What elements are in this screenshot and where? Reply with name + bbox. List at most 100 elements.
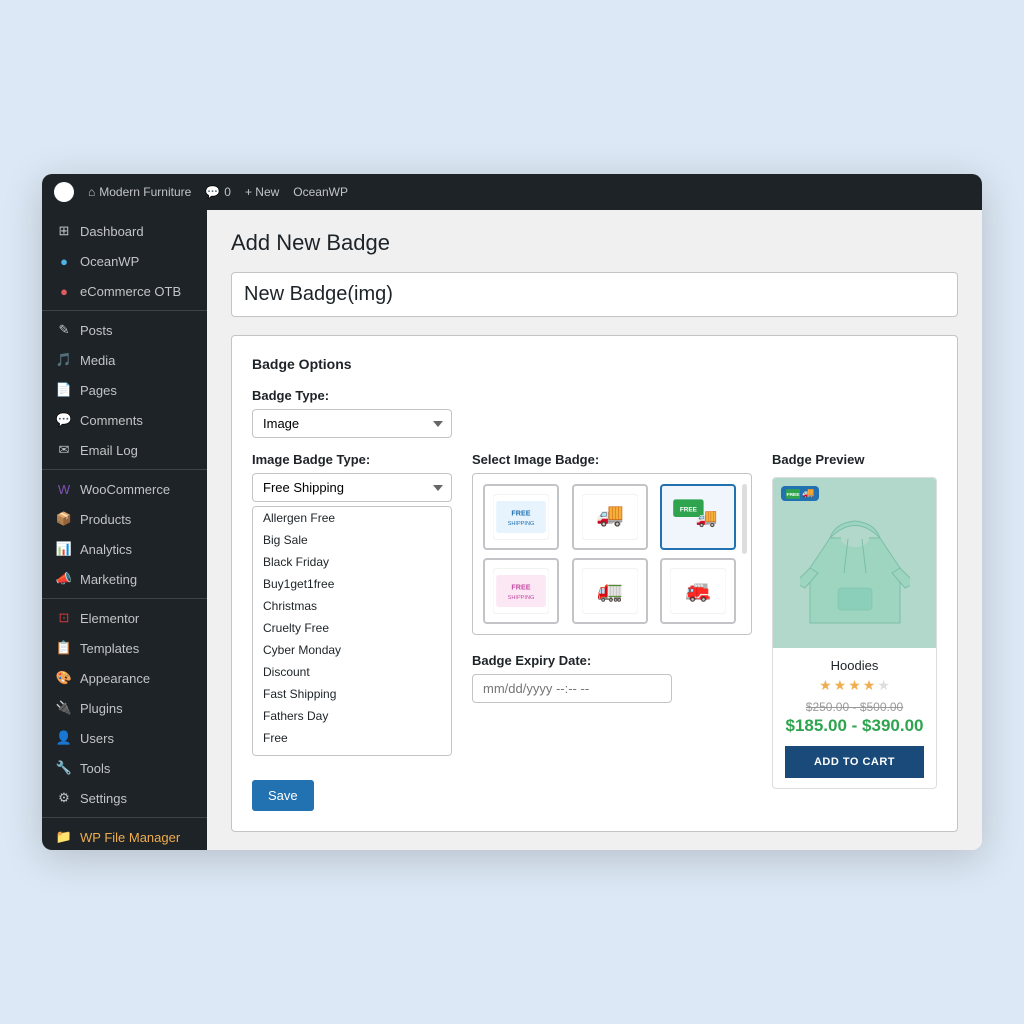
dropdown-item-fast-shipping[interactable]: Fast Shipping [253, 683, 451, 705]
dropdown-item-free-shipping[interactable]: Free Shipping [253, 749, 451, 756]
sidebar-item-plugins[interactable]: 🔌 Plugins [42, 693, 207, 723]
product-image-wrap: FREE 🚚 [773, 478, 936, 648]
main-content: Add New Badge Badge Options Badge Type: … [207, 210, 982, 850]
badge-type-select[interactable]: Image [252, 409, 452, 438]
star-5: ★ [877, 677, 890, 694]
svg-text:SHIPPING: SHIPPING [508, 521, 535, 527]
svg-text:🚛: 🚛 [597, 579, 623, 602]
star-2: ★ [834, 677, 847, 694]
badge-name-input[interactable] [231, 272, 958, 317]
media-icon: 🎵 [56, 352, 72, 368]
wp-icon [54, 182, 74, 202]
top-bar: ⌂ Modern Furniture 💬 0 + New OceanWP [42, 174, 982, 210]
dropdown-item-big-sale[interactable]: Big Sale [253, 529, 451, 551]
svg-text:🚒: 🚒 [685, 579, 711, 602]
product-name: Hoodies [785, 658, 924, 673]
dashboard-icon: ⊞ [56, 223, 72, 239]
home-link[interactable]: ⌂ Modern Furniture [88, 185, 191, 199]
sidebar-item-elementor[interactable]: ⊡ Elementor [42, 603, 207, 633]
elementor-icon: ⊡ [56, 610, 72, 626]
badge-type-label: Badge Type: [252, 388, 937, 403]
sidebar-item-marketing[interactable]: 📣 Marketing [42, 564, 207, 594]
dropdown-list: Allergen Free Big Sale Black Friday Buy1… [252, 506, 452, 756]
sidebar-item-templates[interactable]: 📋 Templates [42, 633, 207, 663]
sidebar-separator-3 [42, 598, 207, 599]
sidebar-item-oceanwp[interactable]: ● OceanWP [42, 246, 207, 276]
product-price-sale: $185.00 - $390.00 [785, 716, 924, 736]
badge-cell-5[interactable]: 🚛 [572, 558, 648, 624]
dropdown-item-fathers-day[interactable]: Fathers Day [253, 705, 451, 727]
pages-icon: 📄 [56, 382, 72, 398]
comments-icon: 💬 [205, 185, 220, 199]
sidebar: ⊞ Dashboard ● OceanWP ● eCommerce OTB ✎ … [42, 210, 207, 850]
dropdown-item-cyber-monday[interactable]: Cyber Monday [253, 639, 451, 661]
sidebar-item-settings[interactable]: ⚙ Settings [42, 783, 207, 813]
sidebar-item-pages[interactable]: 📄 Pages [42, 375, 207, 405]
badge-preview-panel: Badge Preview FREE 🚚 [772, 452, 937, 789]
dropdown-item-discount[interactable]: Discount [253, 661, 451, 683]
products-icon: 📦 [56, 511, 72, 527]
email-icon: ✉ [56, 442, 72, 458]
page-title: Add New Badge [231, 230, 958, 256]
sidebar-item-email-log[interactable]: ✉ Email Log [42, 435, 207, 465]
svg-text:FREE: FREE [786, 492, 800, 498]
svg-text:FREE: FREE [511, 582, 530, 591]
appearance-icon: 🎨 [56, 670, 72, 686]
home-icon: ⌂ [88, 185, 95, 199]
save-button[interactable]: Save [252, 780, 314, 811]
sidebar-item-analytics[interactable]: 📊 Analytics [42, 534, 207, 564]
sidebar-item-users[interactable]: 👤 Users [42, 723, 207, 753]
badge-cell-2[interactable]: 🚚 [572, 484, 648, 550]
dropdown-item-cruelty-free[interactable]: Cruelty Free [253, 617, 451, 639]
expiry-input[interactable] [472, 674, 672, 703]
dropdown-item-christmas[interactable]: Christmas [253, 595, 451, 617]
comments-link[interactable]: 💬 0 [205, 185, 231, 199]
sidebar-item-ecommerce[interactable]: ● eCommerce OTB [42, 276, 207, 306]
users-icon: 👤 [56, 730, 72, 746]
image-badge-type-select[interactable]: Free Shipping [252, 473, 452, 502]
image-badge-type-label: Image Badge Type: [252, 452, 452, 467]
dropdown-item-free[interactable]: Free [253, 727, 451, 749]
sidebar-item-woocommerce[interactable]: W WooCommerce [42, 474, 207, 504]
templates-icon: 📋 [56, 640, 72, 656]
marketing-icon: 📣 [56, 571, 72, 587]
badge-cell-4[interactable]: FREE SHIPPING [483, 558, 559, 624]
product-stars: ★ ★ ★ ★ ★ [785, 677, 924, 694]
product-card: FREE 🚚 [772, 477, 937, 789]
sidebar-item-products[interactable]: 📦 Products [42, 504, 207, 534]
star-4: ★ [863, 677, 876, 694]
sidebar-item-posts[interactable]: ✎ Posts [42, 315, 207, 345]
badge-cell-3[interactable]: FREE 🚚 [660, 484, 736, 550]
oceanwp-icon: ● [56, 253, 72, 269]
sidebar-separator-2 [42, 469, 207, 470]
sidebar-item-tools[interactable]: 🔧 Tools [42, 753, 207, 783]
product-price-original: $250.00 - $500.00 [785, 700, 924, 714]
plugins-icon: 🔌 [56, 700, 72, 716]
sidebar-item-comments[interactable]: 💬 Comments [42, 405, 207, 435]
svg-text:🚚: 🚚 [696, 507, 718, 527]
select-image-badge-label: Select Image Badge: [472, 452, 752, 467]
sidebar-item-appearance[interactable]: 🎨 Appearance [42, 663, 207, 693]
svg-text:FREE: FREE [680, 506, 698, 513]
badge-preview-title: Badge Preview [772, 452, 937, 467]
badge-cell-1[interactable]: FREE SHIPPING [483, 484, 559, 550]
dropdown-item-allergen-free[interactable]: Allergen Free [253, 507, 451, 529]
expiry-label: Badge Expiry Date: [472, 653, 752, 668]
sidebar-item-media[interactable]: 🎵 Media [42, 345, 207, 375]
comments-sidebar-icon: 💬 [56, 412, 72, 428]
site-name: Modern Furniture [99, 185, 191, 199]
sidebar-item-wp-file-manager[interactable]: 📁 WP File Manager [42, 822, 207, 850]
badge-cell-6[interactable]: 🚒 [660, 558, 736, 624]
settings-icon: ⚙ [56, 790, 72, 806]
theme-label[interactable]: OceanWP [293, 185, 348, 199]
dropdown-item-black-friday[interactable]: Black Friday [253, 551, 451, 573]
middle-panel: Select Image Badge: FREE [472, 452, 752, 703]
dropdown-item-buy1get1free[interactable]: Buy1get1free [253, 573, 451, 595]
sidebar-item-dashboard[interactable]: ⊞ Dashboard [42, 216, 207, 246]
new-label: + New [245, 185, 279, 199]
badge-options-title: Badge Options [252, 356, 937, 372]
badge-select-area: FREE SHIPPING 🚚 [472, 473, 752, 635]
add-to-cart-button[interactable]: ADD TO CART [785, 746, 924, 778]
posts-icon: ✎ [56, 322, 72, 338]
new-button[interactable]: + New [245, 185, 279, 199]
